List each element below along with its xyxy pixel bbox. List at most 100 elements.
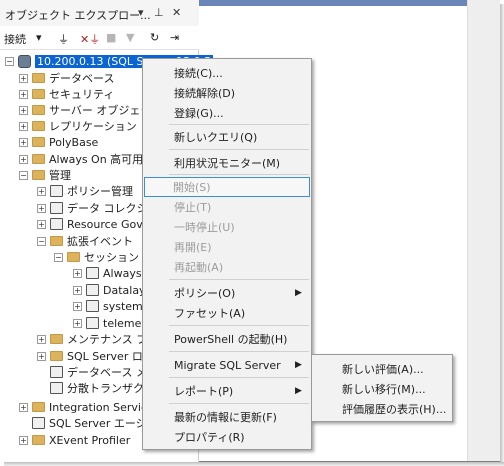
expand-icon[interactable]: + <box>73 268 82 278</box>
tree-node[interactable]: + Always <box>73 265 142 281</box>
connect-dropdown-icon[interactable]: ▾ <box>36 31 42 44</box>
tree-node[interactable]: + teleme <box>73 315 141 331</box>
disconnect-icon[interactable]: ✕⏚ <box>80 31 100 47</box>
context-menu-item[interactable]: 再起動(A) <box>145 257 309 277</box>
tree-node[interactable]: − 拡張イベント <box>37 233 133 249</box>
pin-icon[interactable]: ⊥ <box>154 6 164 19</box>
expand-icon[interactable]: + <box>19 402 28 412</box>
tree-node-label: system <box>103 299 143 313</box>
context-menu-item[interactable]: 一時停止(U) <box>145 217 309 237</box>
tree-node-label: XEvent Profiler <box>49 433 131 447</box>
menu-item-label: 登録(G)... <box>174 107 224 120</box>
submenu-arrow-icon: ▶ <box>295 360 302 370</box>
connect-button[interactable]: 接続 <box>4 31 26 47</box>
menu-item-label: 接続(C)... <box>174 67 223 80</box>
expand-icon[interactable]: + <box>73 318 82 328</box>
summary-icon[interactable]: ⇥ <box>170 31 179 44</box>
expand-icon[interactable]: + <box>19 154 28 164</box>
expand-icon[interactable]: + <box>19 73 28 83</box>
panel-toolbar: 接続 ▾ ⏚ ✕⏚ ■ ▼ ↻ ⇥ <box>0 26 199 50</box>
menu-item-label: 利用状況モニター(M) <box>174 157 281 170</box>
context-menu-item[interactable]: 登録(G)... <box>145 103 309 123</box>
object-icon <box>86 284 99 296</box>
tree-node-label: レプリケーション <box>49 120 137 133</box>
tree-node[interactable]: + PolyBase <box>19 134 98 150</box>
context-menu-item[interactable]: レポート(P) ▶ <box>145 381 309 401</box>
expand-icon[interactable]: + <box>73 285 82 295</box>
object-icon <box>86 267 99 279</box>
tree-node[interactable]: − 管理 <box>19 167 71 183</box>
expand-icon[interactable]: + <box>19 105 28 115</box>
stop-icon[interactable]: ■ <box>106 31 116 44</box>
expand-icon[interactable]: + <box>37 351 46 361</box>
refresh-icon[interactable]: ↻ <box>150 31 159 44</box>
expand-icon[interactable]: + <box>19 435 28 445</box>
tree-node[interactable]: + メンテナンス プ <box>37 331 147 347</box>
context-menu-item[interactable]: PowerShell の起動(H) <box>145 329 309 349</box>
tree-node[interactable]: + SQL Server ログ <box>37 348 154 364</box>
collapse-icon[interactable]: − <box>5 56 14 66</box>
context-menu-item[interactable]: 接続(C)... <box>145 63 309 83</box>
context-menu-item[interactable]: Migrate SQL Server ▶ <box>145 355 309 375</box>
context-menu-item[interactable]: 新しいクエリ(Q) <box>145 127 309 147</box>
expand-icon[interactable]: + <box>19 89 28 99</box>
tree-node[interactable]: + XEvent Profiler <box>19 432 130 448</box>
expand-icon[interactable]: + <box>19 137 28 147</box>
tree-node[interactable]: + セキュリティ <box>19 86 114 102</box>
tree-node-label: メンテナンス プ <box>67 333 148 346</box>
context-menu-item[interactable]: プロパティ(R) <box>145 427 309 447</box>
expand-icon[interactable]: + <box>37 186 46 196</box>
context-menu-item[interactable]: 停止(T) <box>145 197 309 217</box>
folder-icon <box>32 121 45 131</box>
tree-node[interactable]: 分散トランザクシ <box>37 380 155 396</box>
filter-icon[interactable]: ▼ <box>126 31 134 44</box>
tree-node[interactable]: + Always On 高可用 <box>19 151 143 167</box>
context-menu-item[interactable]: ファセット(A) <box>145 303 309 323</box>
context-menu-item[interactable]: 利用状況モニター(M) <box>145 153 309 173</box>
tree-node[interactable]: − セッション <box>54 249 139 265</box>
folder-icon <box>32 137 45 147</box>
menu-item-label: 接続解除(D) <box>174 87 236 100</box>
folder-icon <box>32 89 45 99</box>
tree-node[interactable]: データベース メー <box>37 364 158 380</box>
collapse-icon[interactable]: − <box>37 236 46 246</box>
submenu-item[interactable]: 評価履歴の表示(H)... <box>314 399 450 419</box>
context-menu-item[interactable]: 最新の情報に更新(F) <box>145 407 309 427</box>
expand-icon[interactable]: + <box>19 121 28 131</box>
submenu-item[interactable]: 新しい評価(A)... <box>314 359 450 379</box>
submenu-item[interactable]: 新しい移行(M)... <box>314 379 450 399</box>
context-menu-item[interactable]: 再開(E) <box>145 237 309 257</box>
close-icon[interactable]: ✕ <box>172 6 181 19</box>
tree-node[interactable]: + ポリシー管理 <box>37 183 133 199</box>
tree-node[interactable]: + Integration Servic <box>19 399 147 415</box>
plug-icon[interactable]: ⏚ <box>58 31 69 47</box>
tree-node[interactable]: + データベース <box>19 70 114 86</box>
menu-separator <box>169 174 309 175</box>
tree-node-label: 管理 <box>49 169 71 182</box>
tree-node[interactable]: + レプリケーション <box>19 118 137 134</box>
menu-item-label: 新しい移行(M)... <box>342 383 426 396</box>
expand-icon[interactable]: + <box>37 219 46 229</box>
tree-node-label: SQL Server ログ <box>67 350 154 363</box>
expand-icon[interactable]: + <box>37 334 46 344</box>
expand-icon[interactable]: + <box>73 301 82 311</box>
tree-node[interactable]: + Datalay <box>73 282 146 298</box>
tree-node-label: Always <box>103 266 142 280</box>
collapse-icon[interactable]: − <box>19 170 28 180</box>
tree-node[interactable]: SQL Server エージェ <box>19 415 158 431</box>
expand-icon <box>37 367 46 377</box>
context-menu-item[interactable]: ポリシー(O) ▶ <box>145 283 309 303</box>
dropdown-chevron-icon[interactable]: ▾ <box>138 6 144 19</box>
tree-node[interactable]: + サーバー オブジェクト <box>19 102 162 118</box>
context-menu-item[interactable]: 開始(S) <box>144 177 310 197</box>
collapse-icon[interactable]: − <box>54 252 63 262</box>
object-icon <box>50 218 63 230</box>
expand-icon[interactable]: + <box>37 203 46 213</box>
tree-node[interactable]: + system <box>73 298 143 314</box>
tree-node[interactable]: + Resource Gove <box>37 216 149 232</box>
document-tab-strip <box>199 0 467 6</box>
panel-title: オブジェクト エクスプロー... <box>5 9 151 22</box>
tree-node-label: Integration Servic <box>49 400 147 414</box>
context-menu-item[interactable]: 接続解除(D) <box>145 83 309 103</box>
menu-item-label: PowerShell の起動(H) <box>174 333 288 346</box>
